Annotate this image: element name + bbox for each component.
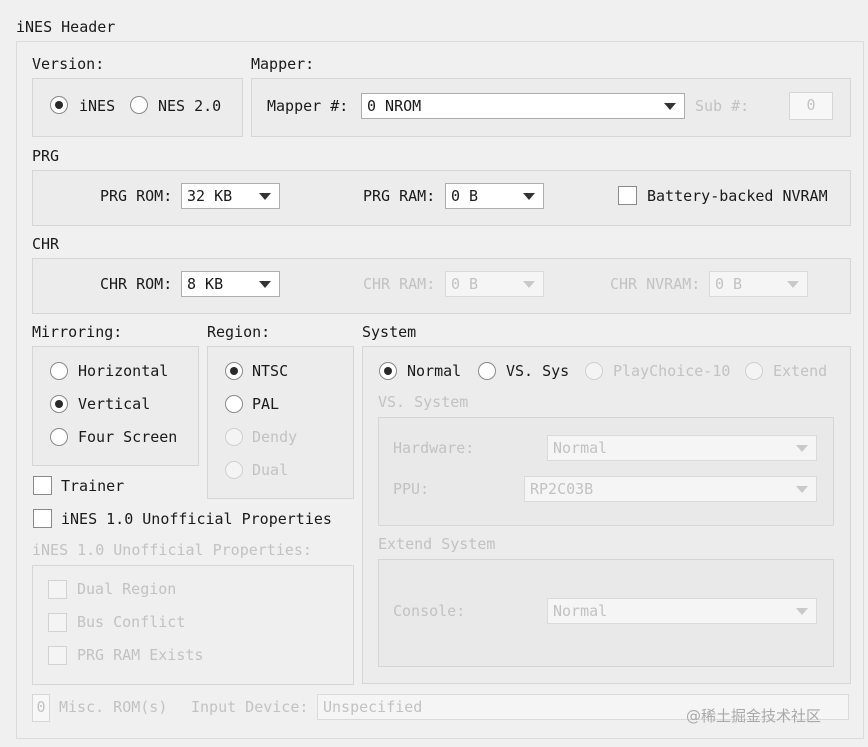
chr-rom-select[interactable]: 8 KB — [181, 271, 280, 297]
prg-rom-value: 32 KB — [187, 187, 233, 205]
chr-label: CHR — [32, 235, 60, 253]
vs-hardware-value: Normal — [553, 439, 608, 457]
misc-rom-value: 0 — [36, 698, 46, 716]
input-device-label: Input Device: — [191, 698, 309, 716]
chevron-down-icon — [796, 486, 808, 493]
version-nes20-radio[interactable] — [130, 96, 148, 114]
vs-ppu-select[interactable]: RP2C03B — [524, 476, 817, 502]
region-pal-radio[interactable] — [225, 395, 243, 413]
prg-rom-label: PRG ROM: — [100, 187, 173, 205]
mapper-number-label: Mapper #: — [267, 97, 349, 115]
chevron-down-icon — [787, 281, 799, 288]
mirroring-four-screen-label[interactable]: Four Screen — [78, 427, 177, 447]
system-normal-radio[interactable] — [379, 362, 397, 380]
prg-ram-exists-checkbox[interactable] — [48, 646, 67, 665]
ines10-unofficial-label[interactable]: iNES 1.0 Unofficial Properties — [61, 509, 332, 529]
chevron-down-icon — [523, 193, 535, 200]
mirroring-four-screen-radio[interactable] — [50, 428, 68, 446]
dual-region-checkbox[interactable] — [48, 580, 67, 599]
bus-conflict-checkbox[interactable] — [48, 613, 67, 632]
mirroring-vertical-label[interactable]: Vertical — [78, 394, 150, 414]
region-pal-label[interactable]: PAL — [252, 394, 279, 414]
trainer-checkbox[interactable] — [33, 476, 52, 495]
chr-ram-label: CHR RAM: — [363, 275, 436, 293]
region-dendy-radio[interactable] — [225, 428, 243, 446]
system-vs-label[interactable]: VS. Sys — [506, 361, 569, 381]
vs-system-group — [378, 417, 834, 526]
sub-number-label: Sub #: — [695, 97, 750, 115]
chr-ram-value: 0 B — [451, 275, 479, 293]
region-dual-radio[interactable] — [225, 461, 243, 479]
chevron-down-icon — [664, 103, 676, 110]
system-vs-radio[interactable] — [478, 362, 496, 380]
chr-ram-select[interactable]: 0 B — [445, 271, 544, 297]
mirroring-label: Mirroring: — [32, 323, 123, 341]
chr-nvram-select[interactable]: 0 B — [709, 271, 808, 297]
window-title: iNES Header — [16, 18, 116, 36]
mirroring-horizontal-label[interactable]: Horizontal — [78, 361, 168, 381]
version-nes20-label[interactable]: NES 2.0 — [158, 96, 221, 116]
version-ines-radio[interactable] — [50, 96, 68, 114]
ines10-group-label: iNES 1.0 Unofficial Properties: — [32, 541, 312, 559]
input-device-value: Unspecified — [323, 698, 423, 716]
version-ines-label[interactable]: iNES — [79, 96, 115, 116]
chevron-down-icon — [523, 281, 535, 288]
chr-rom-value: 8 KB — [187, 275, 224, 293]
chevron-down-icon — [796, 445, 808, 452]
region-dendy-label[interactable]: Dendy — [252, 427, 297, 447]
extend-console-select[interactable]: Normal — [547, 598, 817, 624]
sub-number-spinbox[interactable]: 0 — [789, 92, 833, 120]
mapper-label: Mapper: — [251, 55, 315, 73]
vs-hardware-label: Hardware: — [393, 439, 475, 457]
bus-conflict-label[interactable]: Bus Conflict — [77, 612, 185, 632]
version-label: Version: — [32, 55, 105, 73]
chevron-down-icon — [259, 193, 271, 200]
region-ntsc-label[interactable]: NTSC — [252, 361, 288, 381]
chevron-down-icon — [796, 608, 808, 615]
chevron-down-icon — [259, 281, 271, 288]
system-extend-label[interactable]: Extend — [773, 361, 827, 381]
prg-rom-select[interactable]: 32 KB — [181, 183, 280, 209]
vs-ppu-label: PPU: — [393, 480, 430, 498]
system-label: System — [362, 323, 417, 341]
misc-rom-spinbox[interactable]: 0 — [32, 694, 50, 722]
prg-label: PRG — [32, 147, 60, 165]
extend-system-label: Extend System — [378, 535, 496, 553]
prg-ram-label: PRG RAM: — [363, 187, 436, 205]
sub-number-value: 0 — [806, 96, 816, 114]
prg-ram-value: 0 B — [451, 187, 479, 205]
chr-nvram-value: 0 B — [715, 275, 743, 293]
system-playchoice-label[interactable]: PlayChoice-10 — [613, 361, 730, 381]
region-dual-label[interactable]: Dual — [252, 460, 288, 480]
vs-hardware-select[interactable]: Normal — [547, 435, 817, 461]
system-playchoice-radio[interactable] — [585, 362, 603, 380]
battery-nvram-checkbox[interactable] — [618, 186, 637, 205]
chr-nvram-label: CHR NVRAM: — [610, 275, 701, 293]
vs-system-label: VS. System — [378, 393, 469, 411]
ines10-unofficial-checkbox[interactable] — [33, 509, 52, 528]
region-ntsc-radio[interactable] — [225, 362, 243, 380]
extend-console-value: Normal — [553, 602, 608, 620]
vs-ppu-value: RP2C03B — [530, 480, 594, 498]
system-extend-radio[interactable] — [745, 362, 763, 380]
mapper-number-value: 0 NROM — [367, 97, 422, 115]
mirroring-vertical-radio[interactable] — [50, 395, 68, 413]
prg-ram-exists-label[interactable]: PRG RAM Exists — [77, 645, 203, 665]
region-label: Region: — [207, 323, 271, 341]
watermark-text: @稀土掘金技术社区 — [686, 707, 822, 725]
dual-region-label[interactable]: Dual Region — [77, 579, 176, 599]
mapper-number-select[interactable]: 0 NROM — [361, 93, 685, 119]
system-normal-label[interactable]: Normal — [407, 361, 461, 381]
chr-rom-label: CHR ROM: — [100, 275, 173, 293]
trainer-label[interactable]: Trainer — [61, 476, 124, 496]
mirroring-horizontal-radio[interactable] — [50, 362, 68, 380]
battery-nvram-label[interactable]: Battery-backed NVRAM — [647, 186, 828, 206]
misc-rom-label: Misc. ROM(s) — [59, 698, 168, 716]
extend-console-label: Console: — [393, 602, 466, 620]
prg-ram-select[interactable]: 0 B — [445, 183, 544, 209]
